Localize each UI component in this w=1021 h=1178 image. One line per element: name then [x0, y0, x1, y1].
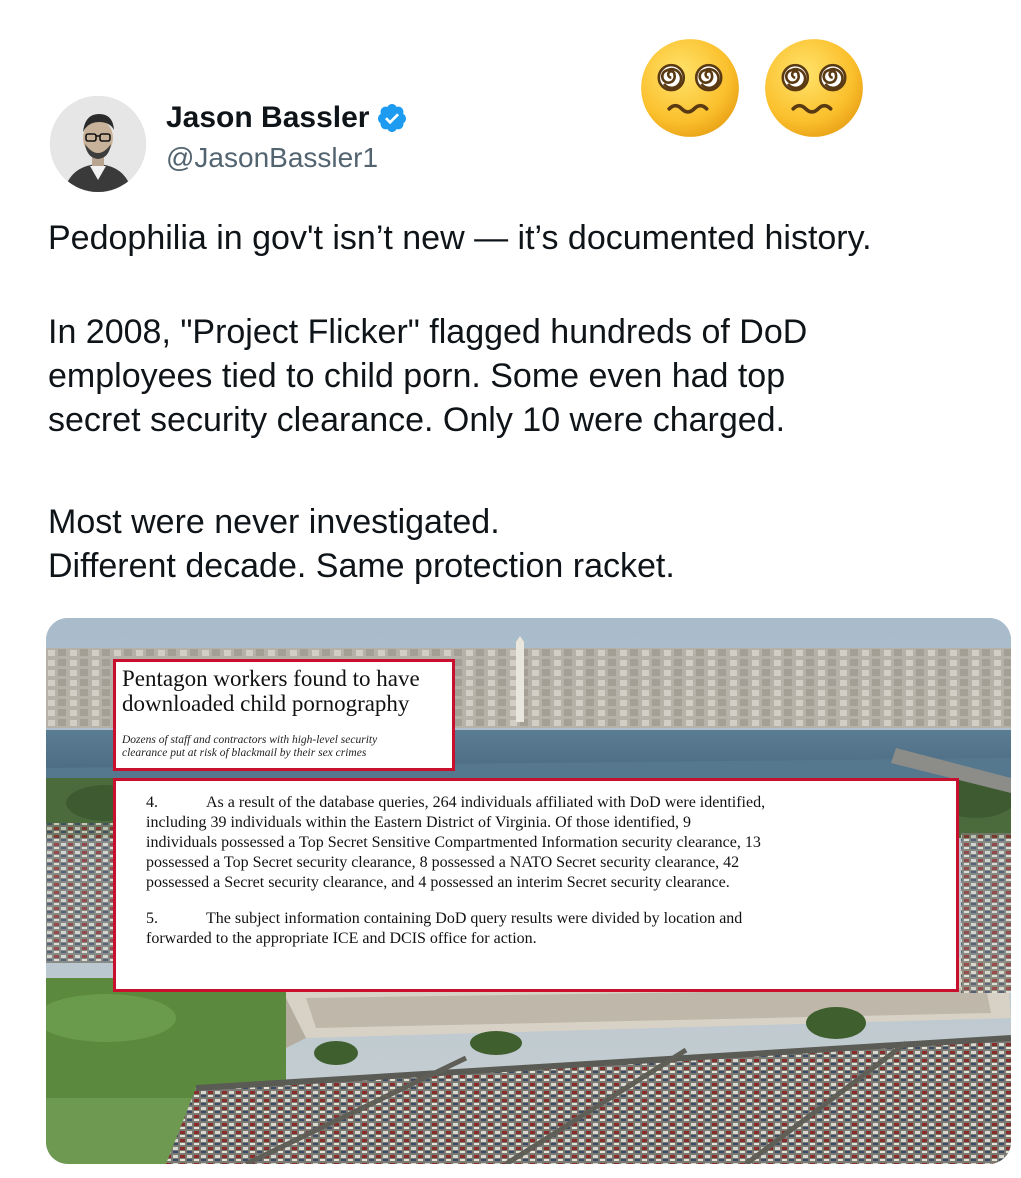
document-line: including 39 individuals within the East…	[146, 814, 692, 831]
document-excerpt: 4. As a result of the database queries, 2…	[113, 778, 959, 992]
headline-line: Pentagon workers found to have	[122, 666, 420, 691]
document-line: possessed a Secret security clearance, a…	[146, 874, 730, 891]
subhead-line: Dozens of staff and contractors with hig…	[122, 734, 378, 746]
document-paragraph-5: 5. The subject information containing DoD…	[146, 909, 926, 949]
text-line: secret security clearance. Only 10 were …	[48, 401, 786, 439]
subhead-line: clearance put at risk of blackmail by th…	[122, 747, 367, 759]
document-line: As a result of the database queries, 264…	[206, 794, 766, 811]
document-paragraph-4: 4. As a result of the database queries, 2…	[146, 793, 926, 893]
subhead: Dozens of staff and contractors with hig…	[122, 734, 446, 760]
text-line: Pedophilia in gov't isn’t new — it’s doc…	[48, 219, 872, 257]
tweet-media-image[interactable]: Pentagon workers found to have downloade…	[46, 618, 1011, 1164]
document-line: The subject information containing DoD q…	[206, 910, 743, 927]
headline-clipping: Pentagon workers found to have downloade…	[113, 659, 455, 771]
tweet-paragraph-2: In 2008, "Project Flicker" flagged hundr…	[48, 310, 1008, 442]
tweet-paragraph-1: Pedophilia in gov't isn’t new — it’s doc…	[48, 216, 1008, 260]
text-line: Most were never investigated.	[48, 503, 500, 541]
text-line: In 2008, "Project Flicker" flagged hundr…	[48, 313, 808, 351]
paragraph-number: 4.	[146, 794, 158, 811]
text-line: employees tied to child porn. Some even …	[48, 357, 786, 395]
woozy-face-icon	[641, 39, 739, 137]
woozy-face-icon	[765, 39, 863, 137]
avatar-photo	[50, 96, 146, 192]
document-line: forwarded to the appropriate ICE and DCI…	[146, 930, 537, 947]
text-line: Different decade. Same protection racket…	[48, 547, 675, 585]
verified-badge-icon	[378, 104, 407, 132]
headline-line: downloaded child pornography	[122, 691, 410, 716]
paragraph-number: 5.	[146, 910, 158, 927]
author-handle[interactable]: @JasonBassler1	[166, 142, 378, 174]
tweet-paragraph-3: Most were never investigated. Different …	[48, 500, 1008, 588]
avatar[interactable]	[50, 96, 146, 192]
headline: Pentagon workers found to have downloade…	[122, 666, 446, 716]
document-line: individuals possessed a Top Secret Sensi…	[146, 834, 761, 851]
document-line: possessed a Top Secret security clearanc…	[146, 854, 740, 871]
author-display-name[interactable]: Jason Bassler	[166, 101, 369, 135]
